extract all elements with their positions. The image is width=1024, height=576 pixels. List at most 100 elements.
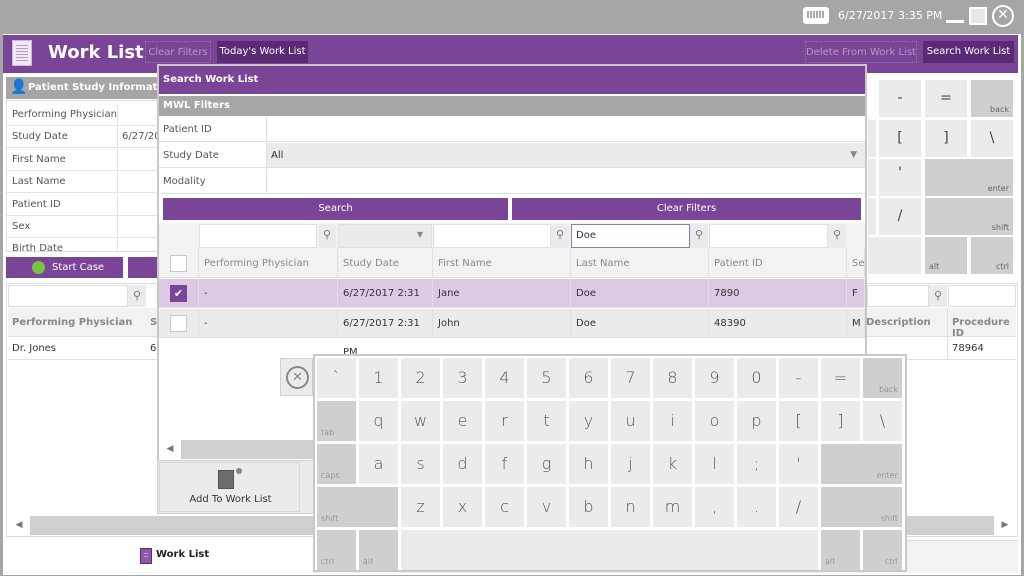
key[interactable]: ] bbox=[821, 401, 860, 441]
table-cell[interactable]: 7890 bbox=[709, 279, 847, 308]
key[interactable]: g bbox=[527, 444, 566, 484]
scroll-left-arrow[interactable]: ◀ bbox=[159, 440, 181, 459]
key[interactable]: k bbox=[653, 444, 692, 484]
key[interactable]: j bbox=[611, 444, 650, 484]
secondary-action-button[interactable] bbox=[128, 257, 160, 278]
search-work-list-button[interactable]: Search Work List bbox=[923, 41, 1014, 63]
key[interactable]: m bbox=[653, 487, 692, 527]
key-ctrl[interactable]: ctrl bbox=[971, 237, 1013, 274]
table-cell[interactable]: M bbox=[847, 309, 865, 338]
key[interactable] bbox=[868, 159, 876, 196]
key[interactable]: s bbox=[401, 444, 440, 484]
key[interactable]: y bbox=[569, 401, 608, 441]
key[interactable]: a bbox=[359, 444, 398, 484]
physician-filter-input[interactable] bbox=[199, 224, 317, 248]
key[interactable]: b bbox=[569, 487, 608, 527]
row-checkbox[interactable] bbox=[170, 315, 187, 332]
study-date-select[interactable]: All ▼ bbox=[267, 143, 865, 168]
key[interactable]: 9 bbox=[695, 358, 734, 398]
column-header[interactable]: Patient ID bbox=[709, 249, 847, 278]
key[interactable]: 4 bbox=[485, 358, 524, 398]
column-header[interactable]: Performing Physician bbox=[199, 249, 338, 278]
key[interactable] bbox=[868, 198, 876, 235]
key[interactable]: p bbox=[737, 401, 776, 441]
key-shift[interactable]: shift bbox=[925, 198, 1013, 235]
table-cell[interactable]: John bbox=[433, 309, 571, 338]
key[interactable]: = bbox=[821, 358, 860, 398]
last-name-filter-input[interactable]: Doe bbox=[571, 224, 690, 248]
grid-filter-input[interactable] bbox=[948, 285, 1016, 307]
table-cell[interactable]: F bbox=[847, 279, 865, 308]
key[interactable]: o bbox=[695, 401, 734, 441]
key[interactable]: - bbox=[879, 80, 921, 117]
key[interactable]: 5 bbox=[527, 358, 566, 398]
key[interactable]: ` bbox=[317, 358, 356, 398]
table-cell[interactable]: 6/27/2017 2:31 PM bbox=[338, 279, 433, 328]
key[interactable]: ' bbox=[779, 444, 818, 484]
key[interactable]: ' bbox=[879, 159, 921, 196]
maximize-icon[interactable] bbox=[969, 7, 987, 25]
table-cell[interactable]: Jane bbox=[433, 279, 571, 308]
column-header[interactable]: Procedure ID bbox=[952, 317, 1024, 339]
search-icon[interactable]: ⚲ bbox=[690, 224, 708, 248]
key[interactable]: i bbox=[653, 401, 692, 441]
key[interactable]: - bbox=[779, 358, 818, 398]
close-keyboard-button[interactable]: ✕ bbox=[280, 358, 313, 396]
search-icon[interactable]: ⚲ bbox=[551, 224, 569, 248]
key[interactable]: 1 bbox=[359, 358, 398, 398]
key[interactable]: 2 bbox=[401, 358, 440, 398]
key[interactable]: \ bbox=[971, 120, 1013, 157]
key[interactable]: d bbox=[443, 444, 482, 484]
scroll-left-arrow[interactable]: ◀ bbox=[8, 516, 30, 535]
column-header[interactable]: Study Date bbox=[338, 249, 433, 278]
key[interactable]: z bbox=[401, 487, 440, 527]
key-alt[interactable]: alt bbox=[925, 237, 967, 274]
key-back[interactable]: back bbox=[971, 80, 1013, 117]
add-to-work-list-button[interactable]: Add To Work List bbox=[159, 462, 300, 512]
key[interactable]: 7 bbox=[611, 358, 650, 398]
key[interactable]: f bbox=[485, 444, 524, 484]
first-name-filter-input[interactable] bbox=[433, 224, 551, 248]
key-enter[interactable]: enter bbox=[925, 159, 1013, 196]
key[interactable]: 3 bbox=[443, 358, 482, 398]
key[interactable]: u bbox=[611, 401, 650, 441]
key[interactable]: r bbox=[485, 401, 524, 441]
search-icon[interactable]: ⚲ bbox=[318, 224, 336, 248]
patient-id-filter-input[interactable] bbox=[709, 224, 828, 248]
dialog-horizontal-scrollbar[interactable] bbox=[159, 440, 314, 459]
key[interactable]: 8 bbox=[653, 358, 692, 398]
key[interactable]: e bbox=[443, 401, 482, 441]
key[interactable]: = bbox=[925, 80, 967, 117]
key[interactable]: ; bbox=[737, 444, 776, 484]
key[interactable]: 0 bbox=[737, 358, 776, 398]
key[interactable]: [ bbox=[879, 120, 921, 157]
key[interactable]: n bbox=[611, 487, 650, 527]
row-checkbox[interactable]: ✔ bbox=[170, 285, 187, 302]
todays-work-list-button[interactable]: Today's Work List bbox=[217, 41, 308, 63]
table-cell[interactable]: Doe bbox=[571, 309, 709, 338]
key[interactable]: 6 bbox=[569, 358, 608, 398]
delete-from-work-list-button[interactable]: Delete From Work List bbox=[805, 41, 917, 63]
start-case-button[interactable]: Start Case bbox=[6, 257, 123, 278]
search-button[interactable]: Search bbox=[163, 198, 508, 220]
key[interactable]: q bbox=[359, 401, 398, 441]
key[interactable]: / bbox=[879, 198, 921, 235]
key-tab[interactable]: tab bbox=[317, 401, 356, 441]
select-all-checkbox[interactable] bbox=[170, 255, 187, 272]
key-enter[interactable]: enter bbox=[821, 444, 902, 484]
key[interactable]: h bbox=[569, 444, 608, 484]
key[interactable] bbox=[868, 120, 876, 157]
key[interactable]: / bbox=[779, 487, 818, 527]
study-date-filter-select[interactable]: ▼ bbox=[338, 224, 432, 248]
key-shift-left[interactable]: shift bbox=[317, 487, 398, 527]
key-space[interactable] bbox=[401, 530, 818, 570]
key[interactable]: ] bbox=[925, 120, 967, 157]
column-header[interactable]: First Name bbox=[433, 249, 571, 278]
clear-filters-button[interactable]: Clear Filters bbox=[145, 41, 211, 63]
search-icon[interactable]: ⚲ bbox=[929, 285, 947, 307]
key[interactable]: , bbox=[695, 487, 734, 527]
column-header[interactable]: Description bbox=[866, 317, 931, 328]
tab-work-list[interactable]: Work List bbox=[3, 540, 313, 572]
key[interactable]: . bbox=[737, 487, 776, 527]
key-alt-right[interactable]: alt bbox=[821, 530, 860, 570]
